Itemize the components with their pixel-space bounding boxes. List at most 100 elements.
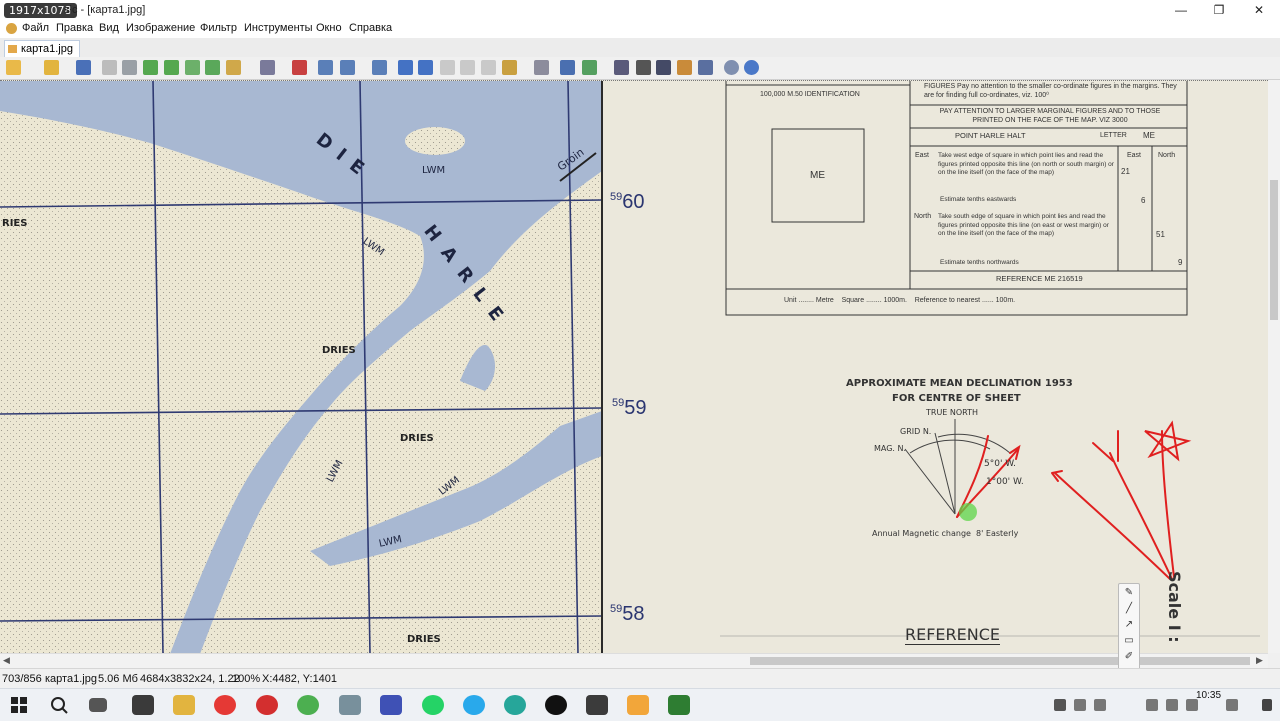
filter-icon[interactable] <box>260 60 275 75</box>
yandex-browser-icon[interactable] <box>214 695 236 715</box>
pen-tool-icon[interactable]: ✎ <box>1122 586 1136 600</box>
next-icon[interactable] <box>418 60 433 75</box>
messenger-app-icon[interactable] <box>504 695 526 715</box>
scroll-left-icon[interactable]: ◀ <box>3 655 10 666</box>
share-icon[interactable] <box>1166 699 1178 711</box>
ref-east-label: East <box>915 152 930 159</box>
copy-icon[interactable] <box>582 60 597 75</box>
minimize-button[interactable]: — <box>1162 0 1200 20</box>
slideshow-icon[interactable] <box>502 60 517 75</box>
fit-icon[interactable] <box>440 60 455 75</box>
arrow-tool-icon[interactable]: ↗ <box>1122 618 1136 632</box>
settings-gear-icon[interactable] <box>724 60 739 75</box>
taskbar-clock[interactable]: 10:35 <box>1196 690 1221 701</box>
tab-label: карта1.jpg <box>21 43 73 55</box>
image-viewer-app-icon[interactable] <box>627 695 649 715</box>
file-explorer-icon[interactable] <box>173 695 195 715</box>
line-tool-icon[interactable]: ╱ <box>1122 602 1136 616</box>
tray-chevron-icon[interactable] <box>1054 699 1066 711</box>
zoom-out-icon[interactable] <box>372 60 387 75</box>
title-bar: 1917x1078 sic - [карта1.jpg] — ❐ ✕ <box>0 0 1280 20</box>
crop-icon[interactable] <box>122 60 137 75</box>
menu-file[interactable]: Файл <box>22 22 49 34</box>
menu-view[interactable]: Вид <box>99 22 119 34</box>
search-icon[interactable] <box>49 695 71 715</box>
windows-start-icon[interactable] <box>9 695 31 715</box>
browse-icon[interactable] <box>6 60 21 75</box>
tiktok-icon[interactable] <box>545 695 567 715</box>
open-folder-icon[interactable] <box>44 60 59 75</box>
j2t-app-icon[interactable] <box>586 695 608 715</box>
highlighter-tool-icon[interactable]: ✐ <box>1122 650 1136 664</box>
status-zoom: 100% <box>232 673 261 685</box>
declination-title-1: APPROXIMATE MEAN DECLINATION 1953 <box>846 378 1073 389</box>
ref-north-value: 51 <box>1156 230 1165 239</box>
effects-icon[interactable] <box>226 60 241 75</box>
tab-karta1[interactable]: карта1.jpg <box>4 40 80 57</box>
task-view-icon[interactable] <box>89 698 107 712</box>
info-icon[interactable] <box>534 60 549 75</box>
chrome-browser-icon[interactable] <box>297 695 319 715</box>
calendar-app-icon[interactable] <box>132 695 154 715</box>
grid-number-60: 5960 <box>610 191 645 213</box>
zoom-in-icon[interactable] <box>318 60 333 75</box>
adjust-icon[interactable] <box>205 60 220 75</box>
select-icon[interactable] <box>560 60 575 75</box>
undo-icon[interactable] <box>102 60 117 75</box>
actual-size-icon[interactable] <box>460 60 475 75</box>
save-icon[interactable] <box>76 60 91 75</box>
fullscreen-icon[interactable] <box>481 60 496 75</box>
horizontal-scrollbar[interactable]: ◀ ▶ <box>0 653 1268 668</box>
menu-image[interactable]: Изображение <box>126 22 195 34</box>
ref-north-label: North <box>914 213 932 220</box>
vertical-scroll-thumb[interactable] <box>1270 180 1278 320</box>
ref-north-tenths: Estimate tenths northwards <box>940 259 1019 266</box>
previous-icon[interactable] <box>398 60 413 75</box>
menu-filter[interactable]: Фильтр <box>200 22 237 34</box>
opera-browser-icon[interactable] <box>256 695 278 715</box>
scan-icon[interactable] <box>656 60 671 75</box>
clipboard-icon[interactable] <box>1226 699 1238 711</box>
telegram-icon[interactable] <box>463 695 485 715</box>
scroll-right-icon[interactable]: ▶ <box>1256 655 1263 666</box>
document-tab-bar: карта1.jpg <box>0 38 1280 58</box>
camtasia-app-icon[interactable] <box>668 695 690 715</box>
menu-help[interactable]: Справка <box>349 22 392 34</box>
menu-edit[interactable]: Правка <box>56 22 93 34</box>
declination-grid-n: GRID N. <box>900 427 932 436</box>
microphone-icon[interactable] <box>1074 699 1086 711</box>
ref-unit-row: Unit ........ Metre Square ........ 1000… <box>784 297 1016 304</box>
status-filesize: 5.06 Мб <box>98 673 138 685</box>
ref-north-tenths-value: 9 <box>1178 258 1183 267</box>
save-disk-app-icon[interactable] <box>380 695 402 715</box>
ref-square-label: ME <box>810 170 825 181</box>
resize-icon[interactable] <box>185 60 200 75</box>
binoculars-icon[interactable] <box>614 60 629 75</box>
rectangle-tool-icon[interactable]: ▭ <box>1122 634 1136 648</box>
horizontal-scroll-thumb[interactable] <box>750 657 1250 665</box>
declination-annual-change: Annual Magnetic change 8' Easterly <box>872 529 1019 538</box>
map-label-ries: RIES <box>2 218 28 229</box>
image-viewer[interactable]: D I E H A R L E Groin LWM LWM LWM LWM LW… <box>0 80 1268 654</box>
rotate-left-icon[interactable] <box>143 60 158 75</box>
print-icon[interactable] <box>636 60 651 75</box>
email-icon[interactable] <box>698 60 713 75</box>
wallpaper-icon[interactable] <box>677 60 692 75</box>
close-button[interactable]: ✕ <box>1240 0 1278 20</box>
vertical-scrollbar[interactable] <box>1268 80 1280 653</box>
menu-tools[interactable]: Инструменты <box>244 22 313 34</box>
rotate-right-icon[interactable] <box>164 60 179 75</box>
battery-icon[interactable] <box>1094 699 1106 711</box>
menu-window[interactable]: Окно <box>316 22 342 34</box>
calculator-icon[interactable] <box>339 695 361 715</box>
main-toolbar <box>0 57 1280 80</box>
zoom-icon[interactable] <box>340 60 355 75</box>
network-icon[interactable] <box>1146 699 1158 711</box>
red-eye-icon[interactable] <box>292 60 307 75</box>
notifications-icon[interactable] <box>1262 699 1272 711</box>
ref-east-text: Take west edge of square in which point … <box>938 152 1114 176</box>
ref-identification: 100,000 M.50 IDENTIFICATION <box>760 91 860 98</box>
maximize-button[interactable]: ❐ <box>1200 0 1238 20</box>
whatsapp-icon[interactable] <box>422 695 444 715</box>
about-info-icon[interactable] <box>744 60 759 75</box>
